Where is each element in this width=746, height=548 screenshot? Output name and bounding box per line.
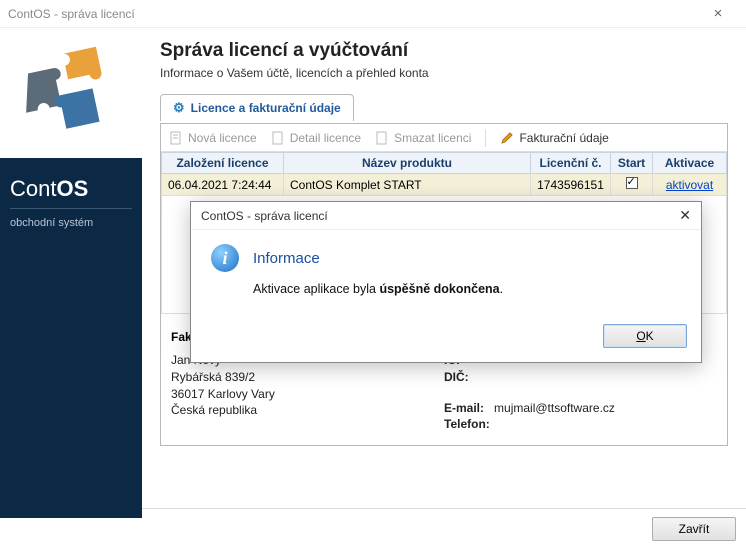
brand-panel: ContOS obchodní systém [0, 158, 142, 518]
delete-license-button[interactable]: Smazat licenci [375, 131, 471, 145]
col-start[interactable]: Start [611, 153, 653, 174]
ok-button[interactable]: OK [603, 324, 687, 348]
dic-label: DIČ: [444, 369, 469, 386]
document-icon [271, 131, 285, 145]
email-value: mujmail@ttsoftware.cz [494, 401, 615, 415]
info-dialog: ContOS - správa licencí ✕ i Informace Ak… [190, 201, 702, 363]
tab-label: Licence a fakturační údaje [191, 101, 341, 115]
cell-created: 06.04.2021 7:24:44 [162, 174, 284, 196]
brand-title: ContOS [10, 176, 132, 202]
window-close-icon[interactable]: × [698, 5, 738, 22]
page-subtitle: Informace o Vašem účtě, licencích a přeh… [160, 66, 728, 80]
toolbar: Nová licence Detail licence Smazat licen… [161, 124, 727, 152]
detail-license-button[interactable]: Detail licence [271, 131, 361, 145]
new-license-button[interactable]: Nová licence [169, 131, 257, 145]
cell-product: ContOS Komplet START [284, 174, 531, 196]
billing-contact: IČ: DIČ: E-mail: mujmail@ttsoftware.cz T… [444, 352, 717, 433]
puzzle-logo-icon [0, 28, 142, 158]
cell-licno: 1743596151 [531, 174, 611, 196]
start-checkbox[interactable] [626, 177, 638, 189]
billing-country: Česká republika [171, 402, 444, 419]
close-button[interactable]: Zavřít [652, 517, 736, 541]
billing-city: 36017 Karlovy Vary [171, 386, 444, 403]
cell-activation[interactable]: aktivovat [653, 174, 727, 196]
tab-license-billing[interactable]: ⚙ Licence a fakturační údaje [160, 94, 354, 121]
table-header-row: Založení licence Název produktu Licenční… [162, 153, 727, 174]
page-title: Správa licencí a vyúčtování [160, 40, 728, 62]
brand-subtitle: obchodní systém [10, 217, 132, 229]
dialog-title: ContOS - správa licencí [201, 209, 328, 223]
col-activation[interactable]: Aktivace [653, 153, 727, 174]
dialog-close-icon[interactable]: ✕ [679, 207, 691, 224]
window-titlebar: ContOS - správa licencí × [0, 0, 746, 28]
billing-street: Rybářská 839/2 [171, 369, 444, 386]
table-row[interactable]: 06.04.2021 7:24:44 ContOS Komplet START … [162, 174, 727, 196]
dialog-message: Aktivace aplikace byla úspěšně dokončena… [253, 282, 681, 296]
phone-label: Telefon: [444, 416, 490, 433]
billing-info-button[interactable]: Fakturační údaje [500, 131, 608, 145]
dialog-heading: Informace [253, 250, 320, 267]
ok-label-rest: K [646, 329, 654, 343]
license-table: Založení licence Název produktu Licenční… [161, 152, 727, 196]
sidebar: ContOS obchodní systém [0, 28, 142, 508]
cell-start[interactable] [611, 174, 653, 196]
window-title: ContOS - správa licencí [8, 7, 135, 21]
gear-icon: ⚙ [173, 100, 185, 116]
document-icon [169, 131, 183, 145]
dialog-titlebar: ContOS - správa licencí ✕ [191, 202, 701, 230]
col-product[interactable]: Název produktu [284, 153, 531, 174]
info-icon: i [211, 244, 239, 272]
email-label: E-mail: [444, 400, 484, 417]
document-icon [375, 131, 389, 145]
col-created[interactable]: Založení licence [162, 153, 284, 174]
billing-address: Jan Nový Rybářská 839/2 36017 Karlovy Va… [171, 352, 444, 433]
pencil-icon [500, 131, 514, 145]
toolbar-separator [485, 129, 486, 147]
col-licno[interactable]: Licenční č. [531, 153, 611, 174]
